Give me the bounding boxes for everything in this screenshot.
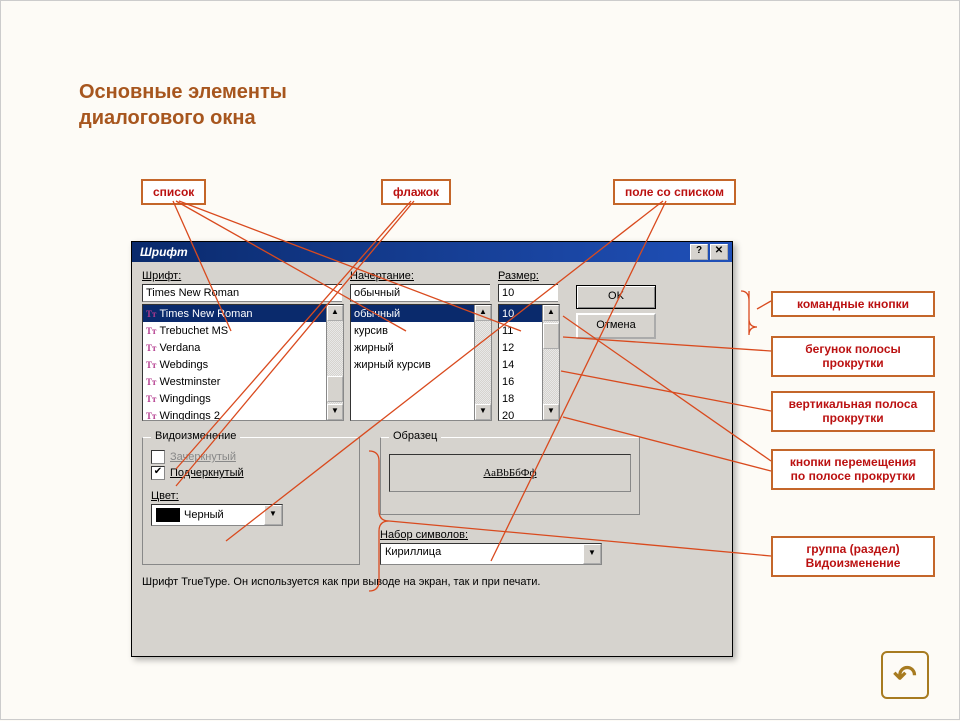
size-listbox[interactable]: 10111214161820 ▲ ▼ [498,304,560,421]
list-item[interactable]: курсив [351,322,474,339]
scroll-up-icon[interactable]: ▲ [543,305,559,321]
list-item[interactable]: 18 [499,390,542,407]
scroll-down-icon[interactable]: ▼ [475,404,491,420]
font-listbox[interactable]: TᴛTimes New RomanTᴛTrebuchet MSTᴛVerdana… [142,304,344,421]
truetype-icon: Tᴛ [146,394,156,404]
dropdown-icon[interactable]: ▼ [583,544,601,564]
font-dialog: Шрифт ? ✕ Шрифт: TᴛTimes New RomanTᴛTreb… [131,241,733,657]
help-button[interactable]: ? [690,244,708,260]
truetype-icon: Tᴛ [146,343,156,353]
size-label: Размер: [498,270,558,282]
list-item[interactable]: 11 [499,322,542,339]
style-scrollbar[interactable]: ▲ ▼ [474,305,491,420]
truetype-icon: Tᴛ [146,377,156,387]
modification-group: Зачеркнутый ✔ Подчеркнутый Цвет: Черный … [142,437,360,565]
style-listbox[interactable]: обычныйкурсивжирныйжирный курсив ▲ ▼ [350,304,492,421]
annot-checkbox: флажок [381,179,451,205]
annot-scroll-thumb: бегунок полосы прокрутки [771,336,935,377]
scroll-up-icon[interactable]: ▲ [327,305,343,321]
checkbox-icon[interactable] [151,450,165,464]
font-input[interactable] [142,284,342,302]
list-item[interactable]: жирный [351,339,474,356]
size-scrollbar[interactable]: ▲ ▼ [542,305,559,420]
color-label: Цвет: [151,490,351,502]
list-item[interactable]: TᴛTimes New Roman [143,305,326,322]
annot-group: группа (раздел) Видоизменение [771,536,935,577]
script-combobox[interactable]: Кириллица ▼ [380,543,602,565]
list-item[interactable]: TᴛWingdings 2 [143,407,326,421]
scroll-down-icon[interactable]: ▼ [543,404,559,420]
scroll-up-icon[interactable]: ▲ [475,305,491,321]
list-item[interactable]: 14 [499,356,542,373]
list-item[interactable]: TᴛWingdings [143,390,326,407]
script-label: Набор символов: [380,529,640,541]
annot-command-buttons: командные кнопки [771,291,935,317]
style-label: Начертание: [350,270,490,282]
underline-checkbox[interactable]: ✔ Подчеркнутый [151,466,351,480]
list-item[interactable]: 12 [499,339,542,356]
truetype-icon: Tᴛ [146,411,156,421]
list-item[interactable]: жирный курсив [351,356,474,373]
list-item[interactable]: TᴛWebdings [143,356,326,373]
sample-group: АаВbБбФф [380,437,640,515]
close-button[interactable]: ✕ [710,244,728,260]
font-label: Шрифт: [142,270,342,282]
list-item[interactable]: TᴛTrebuchet MS [143,322,326,339]
truetype-icon: Tᴛ [146,309,156,319]
color-swatch-icon [156,508,180,522]
scroll-thumb[interactable] [543,323,559,349]
list-item[interactable]: 20 [499,407,542,421]
size-input[interactable] [498,284,558,302]
ok-button[interactable]: OK [576,285,656,309]
scroll-down-icon[interactable]: ▼ [327,404,343,420]
slide-title: Основные элементы диалогового окна [79,79,287,131]
scroll-thumb[interactable] [327,376,343,402]
style-input[interactable] [350,284,490,302]
annot-vscrollbar: вертикальная полоса прокрутки [771,391,935,432]
truetype-icon: Tᴛ [146,326,156,336]
hint-text: Шрифт TrueType. Он используется как при … [142,575,722,589]
annot-scroll-buttons: кнопки перемещения по полосе прокрутки [771,449,935,490]
scroll-track[interactable] [327,321,343,404]
dropdown-icon[interactable]: ▼ [264,505,282,525]
annot-combobox: поле со списком [613,179,736,205]
list-item[interactable]: TᴛVerdana [143,339,326,356]
font-scrollbar[interactable]: ▲ ▼ [326,305,343,420]
color-combobox[interactable]: Черный ▼ [151,504,283,526]
cancel-button[interactable]: Отмена [576,313,656,339]
title-bar[interactable]: Шрифт ? ✕ [132,242,732,262]
list-item[interactable]: TᴛWestminster [143,373,326,390]
list-item[interactable]: 10 [499,305,542,322]
strike-checkbox[interactable]: Зачеркнутый [151,450,351,464]
back-icon[interactable]: ↶ [881,651,929,699]
checkbox-icon[interactable]: ✔ [151,466,165,480]
list-item[interactable]: обычный [351,305,474,322]
truetype-icon: Tᴛ [146,360,156,370]
list-item[interactable]: 16 [499,373,542,390]
annot-list: список [141,179,206,205]
sample-text: АаВbБбФф [389,454,631,492]
dialog-title: Шрифт [136,245,688,259]
